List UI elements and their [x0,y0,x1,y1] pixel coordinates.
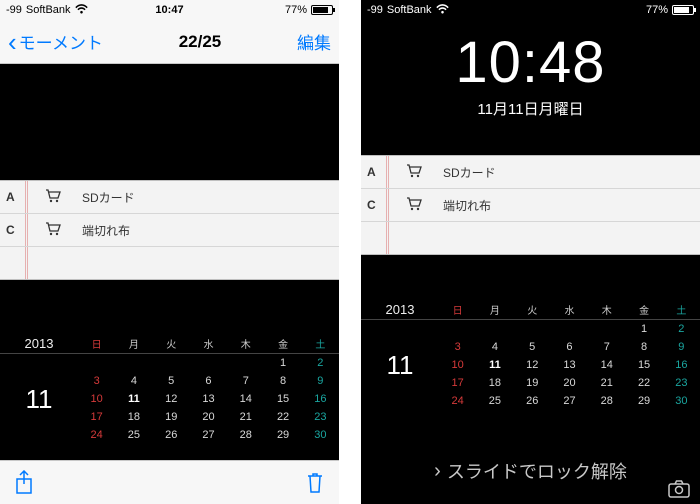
list-item [361,222,700,255]
calendar-day-headers: 日月火水木金土 [78,336,339,351]
shopping-list: A SDカード C 端切れ布 [0,180,339,280]
priority-label: C [6,223,15,237]
carrier-label: SoftBank [26,4,71,16]
camera-grabber[interactable] [668,480,690,498]
lock-screen: -99 SoftBank 77% 10:48 11月11日月曜日 A SDカード… [361,0,700,504]
signal-strength: -99 [6,4,22,16]
calendar-grid: 1234567891011121314151617181920212223242… [78,354,339,444]
nav-title: 22/25 [179,32,222,52]
wifi-icon [436,4,449,17]
back-button[interactable]: ‹ モーメント [8,29,103,54]
calendar-day-headers: 日月火水木金土 [439,302,700,317]
trash-button[interactable] [305,471,325,495]
cart-icon [45,222,61,239]
calendar-widget: 2013 日月火水木金土 11 123456789101112131415161… [361,300,700,410]
calendar-widget: 2013 日月火水木金土 11 123456789101112131415161… [0,334,339,444]
list-item: C 端切れ布 [361,189,700,222]
slide-label: スライドでロック解除 [447,458,627,484]
priority-label: A [367,165,376,179]
cart-icon [406,197,422,214]
battery-percent: 77% [285,4,307,16]
item-label: 端切れ布 [443,197,491,214]
cart-icon [45,189,61,206]
shopping-list: A SDカード C 端切れ布 [361,155,700,255]
calendar-year: 2013 [361,302,439,317]
battery-percent: 77% [646,4,668,16]
battery-icon [672,5,694,15]
item-label: 端切れ布 [82,222,130,239]
list-item: A SDカード [0,181,339,214]
item-label: SDカード [82,189,135,206]
chevron-right-icon: › [434,460,441,483]
battery-icon [311,5,333,15]
calendar-grid: 1234567891011121314151617181920212223242… [439,320,700,410]
status-time: 10:47 [155,4,183,16]
share-button[interactable] [14,470,34,496]
cart-icon [406,164,422,181]
signal-strength: -99 [367,4,383,16]
calendar-month: 11 [361,320,439,410]
back-label: モーメント [19,29,103,54]
slide-to-unlock[interactable]: › スライドでロック解除 [361,458,700,484]
priority-label: C [367,198,376,212]
list-item: A SDカード [361,156,700,189]
list-item: C 端切れ布 [0,214,339,247]
item-label: SDカード [443,164,496,181]
priority-label: A [6,190,15,204]
calendar-year: 2013 [0,336,78,351]
nav-bar: ‹ モーメント 22/25 編集 [0,20,339,64]
status-bar: -99 SoftBank 77% [361,0,700,20]
bottom-toolbar [0,460,339,504]
photos-app-screen: -99 SoftBank 10:47 77% ‹ モーメント 22/25 編集 … [0,0,339,504]
lock-date: 11月11日月曜日 [361,98,700,119]
photo-viewer[interactable]: A SDカード C 端切れ布 2013 日月火水木金土 [0,64,339,460]
edit-button[interactable]: 編集 [297,29,331,54]
wifi-icon [75,4,88,17]
status-bar: -99 SoftBank 10:47 77% [0,0,339,20]
list-item [0,247,339,280]
lock-time: 10:48 [361,34,700,92]
carrier-label: SoftBank [387,4,432,16]
calendar-month: 11 [0,354,78,444]
